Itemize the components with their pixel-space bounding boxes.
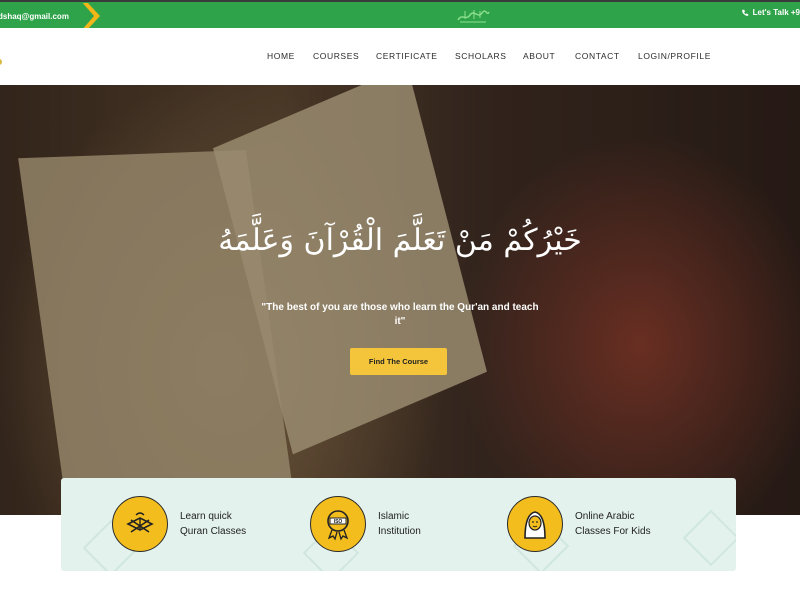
nav-login-profile[interactable]: LOGIN/PROFILE	[638, 51, 711, 61]
nav-contact[interactable]: CONTACT	[575, 51, 620, 61]
call-text: Let's Talk +9	[752, 8, 800, 17]
top-bar: dshaq@gmail.com Let's Talk +9	[0, 0, 800, 29]
iso-badge-icon: ISO	[310, 496, 366, 552]
hero-arabic-verse: خَيْرُكُمْ مَنْ تَعَلَّمَ الْقُرْآنَ وَع…	[218, 223, 582, 258]
main-navbar: HOME COURSES CERTIFICATE SCHOLARS ABOUT …	[0, 28, 800, 85]
feature-label: Quran Classes	[180, 526, 247, 537]
email-ribbon: dshaq@gmail.com	[0, 3, 100, 29]
hero-overlay	[0, 85, 800, 515]
call-link[interactable]: Let's Talk +9	[741, 8, 800, 17]
feature-label: Institution	[378, 526, 421, 537]
nav-home[interactable]: HOME	[267, 51, 295, 61]
feature-label: Online Arabic	[575, 511, 635, 522]
hero-quote-line2: it"	[394, 316, 406, 327]
nav-scholars[interactable]: SCHOLARS	[455, 51, 507, 61]
feature-label: Classes For Kids	[575, 526, 651, 537]
nav-courses[interactable]: COURSES	[313, 51, 359, 61]
watermark-shape	[682, 509, 736, 567]
girl-hijab-icon	[507, 496, 563, 552]
features-strip: Learn quick Quran Classes ISO Islamic In…	[61, 478, 736, 571]
svg-text:ISO: ISO	[334, 519, 343, 525]
feature-islamic-institution[interactable]: ISO Islamic Institution	[310, 496, 421, 552]
feature-label: Islamic	[378, 511, 410, 522]
feature-quran-classes[interactable]: Learn quick Quran Classes	[112, 496, 246, 552]
contact-email-link[interactable]: dshaq@gmail.com	[0, 12, 69, 21]
find-course-button[interactable]: Find The Course	[350, 348, 447, 375]
bismillah-calligraphy-logo	[457, 10, 490, 23]
quran-book-icon	[112, 496, 168, 552]
nav-about[interactable]: ABOUT	[523, 51, 555, 61]
feature-arabic-kids[interactable]: Online Arabic Classes For Kids	[507, 496, 651, 552]
hero-quote: "The best of you are those who learn the…	[250, 301, 550, 329]
feature-label: Learn quick	[180, 511, 232, 522]
hero-banner: خَيْرُكُمْ مَنْ تَعَلَّمَ الْقُرْآنَ وَع…	[0, 85, 800, 515]
nav-certificate[interactable]: CERTIFICATE	[376, 51, 438, 61]
hero-quote-line1: "The best of you are those who learn the…	[261, 302, 539, 313]
site-logo[interactable]	[0, 59, 2, 65]
phone-icon	[741, 9, 748, 16]
